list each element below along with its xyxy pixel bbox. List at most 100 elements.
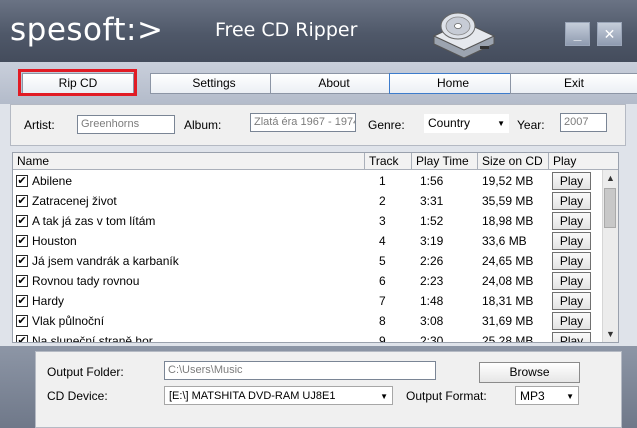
track-size: 25,28 MB (482, 334, 534, 343)
app-title: Free CD Ripper (215, 19, 358, 41)
track-play-time: 3:31 (420, 194, 444, 208)
track-checkbox[interactable]: ✔ (16, 275, 28, 287)
play-button[interactable]: Play (552, 312, 591, 330)
cd-device-label: CD Device: (47, 389, 108, 403)
table-row[interactable]: ✔ Hardy 7 1:48 18,31 MB Play (13, 291, 601, 311)
play-button[interactable]: Play (552, 332, 591, 342)
table-row[interactable]: ✔ A tak já zas v tom lítám 3 1:52 18,98 MB Pl… (13, 211, 601, 231)
track-play-time: 3:08 (420, 314, 444, 328)
year-label: Year: (517, 118, 545, 132)
about-button[interactable]: About (270, 73, 398, 94)
track-size: 24,08 MB (482, 274, 534, 288)
minimize-button[interactable]: _ (565, 22, 590, 46)
table-row[interactable]: ✔ Na sluneční straně hor 9 2:30 25,28 MB Play (13, 331, 601, 343)
play-button[interactable]: Play (552, 212, 591, 230)
track-checkbox[interactable]: ✔ (16, 295, 28, 307)
cd-device-value: [E:\] MATSHITA DVD-RAM UJ8E1 (169, 390, 336, 402)
table-row[interactable]: ✔ Zatracenej život 2 3:31 35,59 MB Play (13, 191, 601, 211)
play-button[interactable]: Play (552, 252, 591, 270)
track-checkbox[interactable]: ✔ (16, 195, 28, 207)
genre-value: Country (428, 116, 471, 130)
column-header-size[interactable]: Size on CD (478, 153, 549, 170)
track-name: Houston (32, 234, 77, 248)
track-play-time: 2:30 (420, 334, 444, 343)
genre-select[interactable]: Country ▼ (424, 114, 509, 133)
browse-button[interactable]: Browse (479, 362, 580, 383)
track-size: 18,31 MB (482, 294, 534, 308)
table-row[interactable]: ✔ Abilene 1 1:56 19,52 MB Play (13, 171, 601, 191)
track-number: 1 (379, 174, 386, 188)
track-checkbox[interactable]: ✔ (16, 315, 28, 327)
play-button[interactable]: Play (552, 172, 591, 190)
cd-drive-icon (432, 12, 496, 58)
output-format-value: MP3 (520, 389, 545, 403)
track-number: 9 (379, 334, 386, 343)
close-button[interactable]: ✕ (597, 22, 622, 46)
track-checkbox[interactable]: ✔ (16, 255, 28, 267)
app-logo: spesoft:> (10, 12, 164, 48)
column-header-play[interactable]: Play (549, 153, 618, 170)
play-button[interactable]: Play (552, 292, 591, 310)
track-number: 6 (379, 274, 386, 288)
column-header-track[interactable]: Track (365, 153, 412, 170)
year-field[interactable]: 2007 (560, 113, 607, 132)
track-checkbox[interactable]: ✔ (16, 235, 28, 247)
column-header-play-time[interactable]: Play Time (412, 153, 478, 170)
dropdown-arrow-icon: ▼ (566, 392, 574, 401)
app-header: spesoft:> Free CD Ripper _ ✕ (0, 0, 637, 62)
play-button[interactable]: Play (552, 232, 591, 250)
genre-label: Genre: (368, 118, 405, 132)
track-play-time: 1:48 (420, 294, 444, 308)
exit-button[interactable]: Exit (510, 73, 637, 94)
play-button[interactable]: Play (552, 272, 591, 290)
album-label: Album: (184, 118, 222, 132)
track-name: A tak já zas v tom lítám (32, 214, 156, 228)
track-name: Vlak půlnoční (32, 314, 105, 328)
settings-button[interactable]: Settings (150, 73, 278, 94)
track-name: Rovnou tady rovnou (32, 274, 140, 288)
track-play-time: 1:52 (420, 214, 444, 228)
track-play-time: 3:19 (420, 234, 444, 248)
scroll-thumb[interactable] (604, 188, 616, 228)
track-size: 33,6 MB (482, 234, 527, 248)
artist-label: Artist: (24, 118, 55, 132)
dropdown-arrow-icon: ▼ (497, 119, 505, 128)
track-number: 4 (379, 234, 386, 248)
cd-device-select[interactable]: [E:\] MATSHITA DVD-RAM UJ8E1 ▼ (164, 386, 393, 405)
track-checkbox[interactable]: ✔ (16, 175, 28, 187)
scroll-down-icon[interactable]: ▼ (603, 326, 618, 342)
track-number: 2 (379, 194, 386, 208)
track-play-time: 2:23 (420, 274, 444, 288)
output-format-label: Output Format: (406, 389, 487, 403)
table-row[interactable]: ✔ Vlak půlnoční 8 3:08 31,69 MB Play (13, 311, 601, 331)
output-format-select[interactable]: MP3 ▼ (515, 386, 579, 405)
track-number: 3 (379, 214, 386, 228)
track-name: Abilene (32, 174, 73, 188)
table-row[interactable]: ✔ Houston 4 3:19 33,6 MB Play (13, 231, 601, 251)
output-folder-label: Output Folder: (47, 365, 124, 379)
column-header-name[interactable]: Name (13, 153, 365, 170)
table-row[interactable]: ✔ Rovnou tady rovnou 6 2:23 24,08 MB Play (13, 271, 601, 291)
track-play-time: 2:26 (420, 254, 444, 268)
play-button[interactable]: Play (552, 192, 591, 210)
track-checkbox[interactable]: ✔ (16, 335, 28, 342)
table-row[interactable]: ✔ Já jsem vandrák a karbaník 5 2:26 24,65 MB… (13, 251, 601, 271)
grid-scrollbar[interactable]: ▲ ▼ (602, 170, 618, 342)
artist-field[interactable]: Greenhorns (77, 115, 175, 134)
track-number: 5 (379, 254, 386, 268)
track-size: 31,69 MB (482, 314, 534, 328)
track-size: 35,59 MB (482, 194, 534, 208)
album-field[interactable]: Zlatá éra 1967 - 1974 (250, 113, 356, 132)
track-name: Já jsem vandrák a karbaník (32, 254, 179, 268)
rip-cd-highlight (18, 69, 137, 96)
home-button[interactable]: Home (389, 73, 517, 94)
dropdown-arrow-icon: ▼ (380, 392, 388, 401)
track-play-time: 1:56 (420, 174, 444, 188)
track-size: 19,52 MB (482, 174, 534, 188)
output-folder-field[interactable]: C:\Users\Music (164, 361, 436, 380)
track-grid: Name Track Play Time Size on CD Play ✔ Ab… (12, 152, 619, 343)
track-checkbox[interactable]: ✔ (16, 215, 28, 227)
scroll-up-icon[interactable]: ▲ (603, 170, 618, 186)
track-number: 7 (379, 294, 386, 308)
track-name: Hardy (32, 294, 65, 308)
